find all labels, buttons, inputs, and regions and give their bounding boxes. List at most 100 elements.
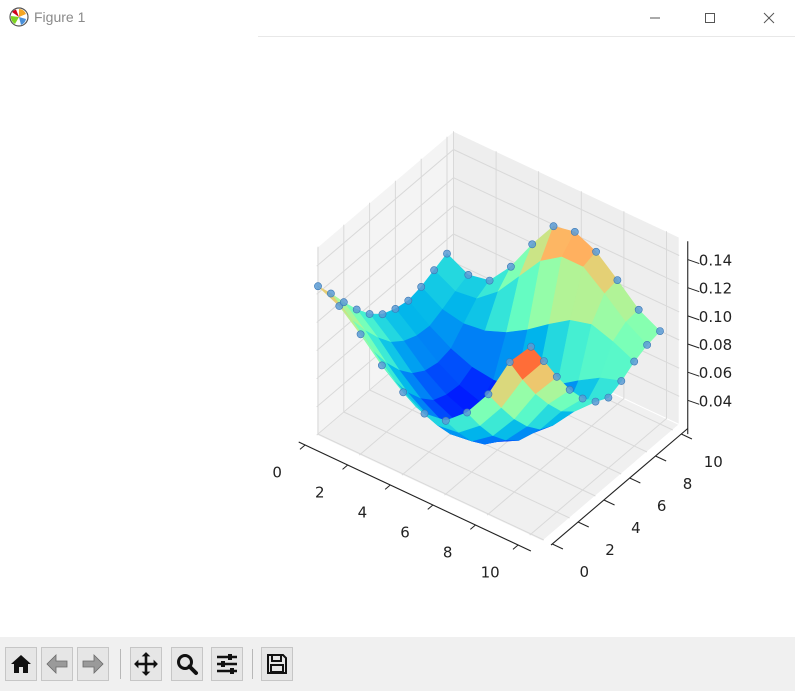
forward-button[interactable] [77,647,109,681]
data-point [578,394,587,403]
zoom-button[interactable] [171,647,203,681]
data-point [443,249,451,258]
arrow-right-icon [82,654,104,674]
z-tick-mark [687,315,700,321]
maximize-icon [705,13,715,23]
maximize-button[interactable] [687,0,733,36]
magnifier-icon [177,654,198,675]
x-tick-mark [470,524,476,530]
data-point [339,298,348,307]
data-point [617,377,626,385]
close-button[interactable] [746,0,792,36]
data-point [604,393,613,402]
data-point [463,408,471,417]
home-button[interactable] [5,647,37,681]
data-point [352,305,361,314]
data-point [634,305,643,314]
y-tick-mark [552,543,564,550]
y-tick-label: 2 [605,541,615,559]
surface-plot: 0246810 02468100.040.060.080.100.120.14 [272,130,732,582]
home-icon [11,655,31,673]
data-point [417,282,426,291]
z-tick-mark [687,399,700,405]
z-tick-label: 0.10 [699,308,732,326]
data-point [552,372,561,381]
x-tick-label: 2 [315,484,325,502]
data-point [484,390,493,399]
sliders-icon [217,654,237,674]
data-point [464,270,473,279]
z-tick-label: 0.14 [699,252,732,270]
y-tick-label: 6 [657,497,667,515]
x-tick-mark [427,504,434,510]
y-tick-mark [629,477,641,484]
y-tick-label: 8 [683,475,693,493]
arrow-left-icon [46,654,68,674]
x-tick-mark [342,464,349,470]
data-point [630,357,639,366]
close-icon [763,12,775,24]
data-point [430,266,438,275]
data-point [420,409,429,418]
figure-canvas[interactable]: 0 2 4 6 8 10 0 2 4 6 8 10 0.04 0.06 0.08 0.10 0.12 0.14 [0,37,795,637]
y-tick-mark [577,521,589,528]
data-point [528,240,537,249]
x-tick-label: 4 [358,504,368,522]
navigation-toolbar [0,637,795,691]
data-point [399,388,408,397]
z-tick-mark [687,259,700,265]
toolbar-separator [120,649,121,679]
data-point [391,304,400,313]
data-point [549,222,558,231]
data-point [643,340,651,349]
data-point [527,342,535,351]
z-tick-label: 0.12 [699,280,732,298]
save-button[interactable] [261,647,293,681]
move-icon [134,652,158,676]
data-point [565,385,574,394]
data-point [505,358,514,366]
minimize-icon [650,17,660,19]
x-tick-label: 6 [400,524,410,542]
z-tick-mark [687,371,700,377]
z-tick-mark [687,343,700,349]
data-point [613,276,622,284]
x-tick-label: 10 [481,564,500,582]
x-tick-mark [384,484,391,490]
data-point [404,296,413,305]
y-tick-label: 10 [704,453,723,471]
data-point [570,227,579,236]
data-point [656,327,664,335]
x-tick-mark [299,444,306,450]
data-point [378,310,387,319]
configure-subplots-button[interactable] [211,647,243,681]
z-tick-label: 0.06 [699,364,732,382]
y-tick-mark [655,455,667,462]
y-tick-mark [603,499,615,506]
y-tick-label: 0 [580,563,590,581]
y-tick-label: 4 [631,519,641,537]
data-point [326,289,335,298]
pan-button[interactable] [130,647,162,681]
z-tick-mark [687,287,700,293]
minimize-button[interactable] [632,0,678,36]
data-point [592,247,600,256]
toolbar-separator [252,649,253,679]
x-tick-mark [512,544,519,550]
x-tick-label: 8 [443,544,453,562]
back-button[interactable] [41,647,73,681]
y-tick-mark [681,433,693,440]
z-tick-label: 0.04 [699,392,732,410]
z-tick-label: 0.08 [699,336,732,354]
data-point [591,397,600,406]
x-tick-label: 0 [272,464,282,482]
data-point [441,416,450,425]
data-point [365,310,374,318]
data-point [377,361,386,370]
window-titlebar: Figure 1 [0,0,795,37]
floppy-disk-icon [267,654,287,674]
data-point [540,357,548,365]
data-point [485,276,494,285]
data-point [506,262,515,271]
window-title: Figure 1 [34,9,86,25]
